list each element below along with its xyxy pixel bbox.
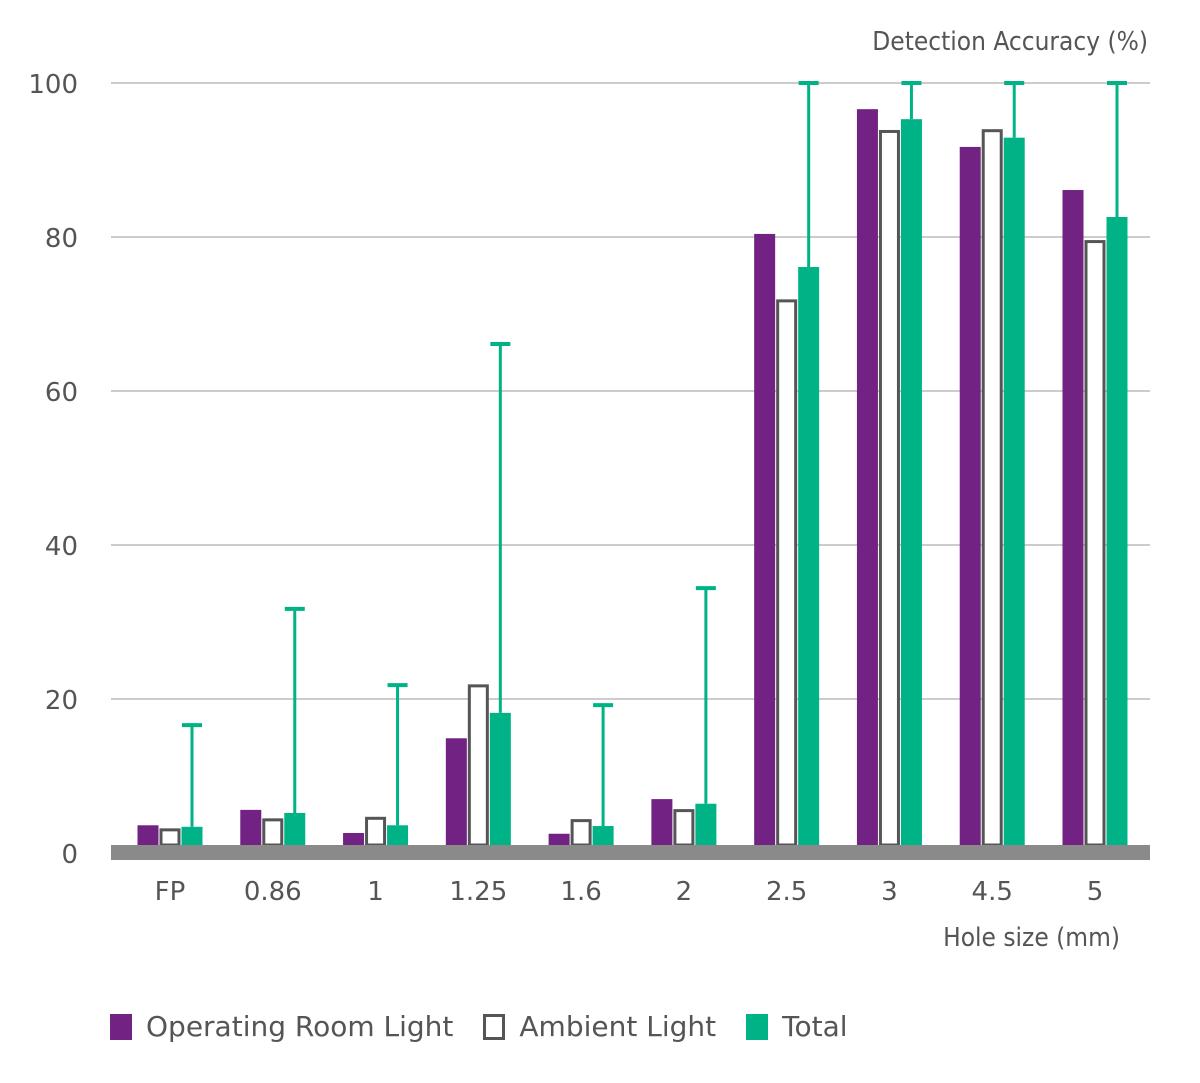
bar-ambient-light <box>159 828 181 847</box>
bar-total <box>695 803 717 845</box>
y-tick-label: 80 <box>45 224 78 254</box>
x-axis-ticks: FP 0.86 1 1.25 1.6 2 2.5 3 4.5 5 <box>155 877 1104 907</box>
bar-operating-room-light <box>445 738 467 845</box>
x-tick-label: 0.86 <box>244 877 302 907</box>
legend: Operating Room Light Ambient Light Total <box>110 1010 878 1043</box>
x-axis-baseline <box>111 845 1150 860</box>
bar-ambient-light <box>776 299 798 847</box>
bar-operating-room-light <box>1062 190 1084 845</box>
y-tick-label: 60 <box>45 378 78 408</box>
bar-ambient-light <box>1084 240 1106 847</box>
y-axis-ticks: 0 20 40 60 80 100 <box>28 70 78 870</box>
y-tick-label: 100 <box>28 70 78 100</box>
x-tick-label: 4.5 <box>972 877 1013 907</box>
bar-operating-room-light <box>343 832 365 845</box>
bar-total <box>592 826 614 845</box>
bar-operating-room-light <box>959 146 981 845</box>
y-tick-label: 40 <box>45 532 78 562</box>
bar-total <box>489 712 511 845</box>
legend-label-ambient-light: Ambient Light <box>519 1010 717 1043</box>
bar-operating-room-light <box>137 825 159 845</box>
bars <box>137 109 1128 847</box>
bar-total <box>900 119 922 845</box>
bar-total <box>284 812 306 845</box>
legend-swatch-total <box>746 1013 769 1040</box>
bar-ambient-light <box>467 684 489 847</box>
x-tick-label: 5 <box>1087 877 1104 907</box>
bar-operating-room-light <box>240 809 262 845</box>
x-tick-label: 1.25 <box>449 877 507 907</box>
bar-ambient-light <box>262 818 284 847</box>
bar-ambient-light <box>878 129 900 847</box>
x-axis-title: Hole size (mm) <box>943 923 1120 953</box>
bar-ambient-light <box>570 819 592 847</box>
bar-operating-room-light <box>856 109 878 846</box>
bar-operating-room-light <box>651 799 673 845</box>
legend-label-operating-room-light: Operating Room Light <box>146 1010 454 1043</box>
bar-ambient-light <box>365 816 387 847</box>
bar-ambient-light <box>673 809 695 847</box>
bar-total <box>387 825 409 845</box>
bar-operating-room-light <box>754 233 776 846</box>
x-tick-label: 3 <box>881 877 898 907</box>
legend-item-operating-room-light: Operating Room Light <box>110 1010 453 1043</box>
bar-total <box>1106 216 1128 846</box>
y-tick-label: 20 <box>45 686 78 716</box>
x-tick-label: 2.5 <box>766 877 807 907</box>
legend-swatch-ambient-light <box>483 1013 506 1040</box>
x-tick-label: FP <box>155 877 186 907</box>
y-axis-title: Detection Accuracy (%) <box>872 27 1148 57</box>
legend-swatch-operating-room-light <box>110 1013 132 1040</box>
bar-chart: 0 20 40 60 80 100 FP 0.86 1 1.25 1.6 2 2.5 3 4.5 5 Det… <box>28 27 1150 953</box>
bar-total <box>1003 137 1025 846</box>
legend-item-total: Total <box>746 1010 848 1043</box>
x-tick-label: 1.6 <box>560 877 601 907</box>
bar-total <box>181 826 203 845</box>
legend-label-total: Total <box>782 1010 848 1043</box>
legend-item-ambient-light: Ambient Light <box>483 1010 716 1043</box>
y-tick-label: 0 <box>61 840 78 870</box>
bar-operating-room-light <box>548 833 570 845</box>
x-tick-label: 1 <box>367 877 384 907</box>
x-tick-label: 2 <box>676 877 693 907</box>
bar-total <box>798 267 820 845</box>
bar-ambient-light <box>981 129 1003 847</box>
